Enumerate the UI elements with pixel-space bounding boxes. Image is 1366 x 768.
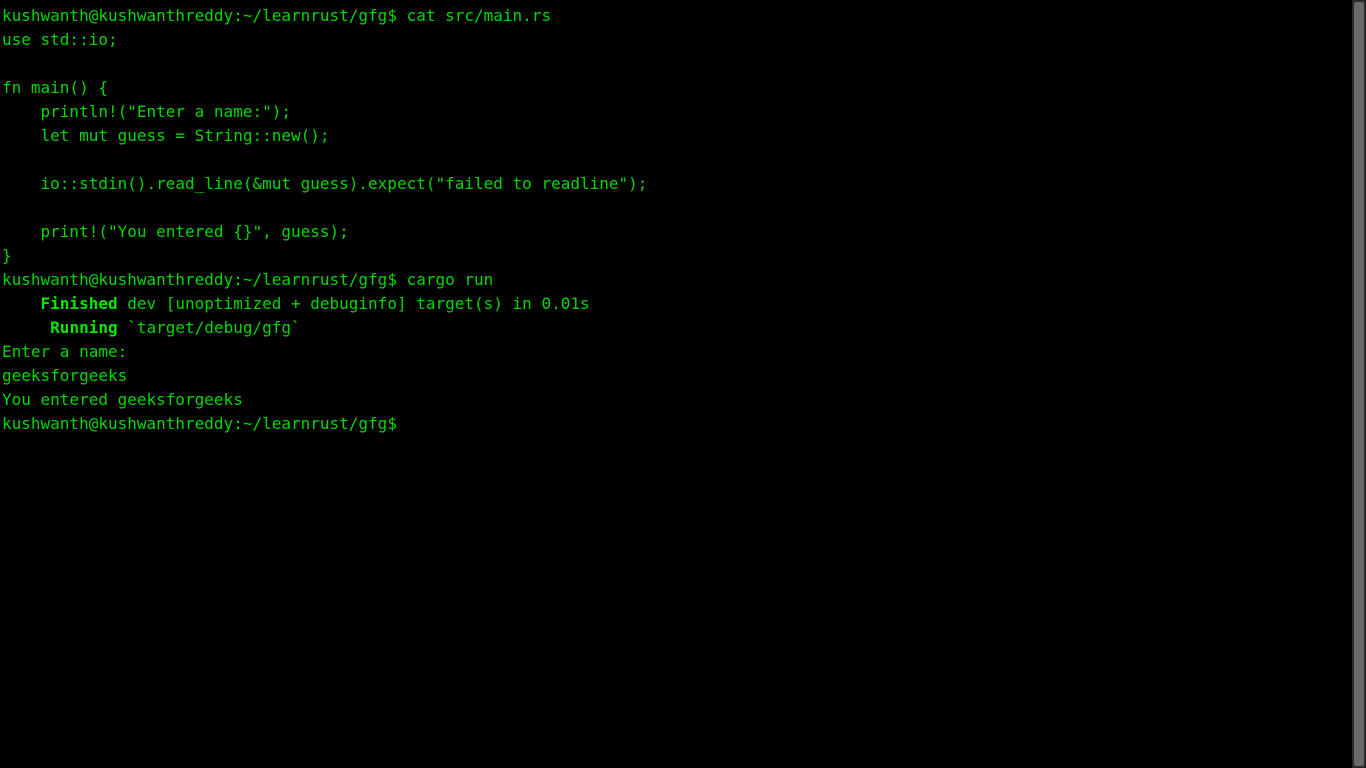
terminal-line: kushwanth@kushwanthreddy:~/learnrust/gfg… — [2, 268, 1366, 292]
cargo-status-detail: `target/debug/gfg` — [118, 318, 301, 337]
terminal-line: You entered geeksforgeeks — [2, 388, 1366, 412]
terminal-line: fn main() { — [2, 76, 1366, 100]
terminal-output[interactable]: kushwanth@kushwanthreddy:~/learnrust/gfg… — [0, 0, 1366, 436]
scrollbar-track[interactable] — [1352, 0, 1366, 768]
code-output: use std::io; — [2, 30, 118, 49]
terminal-line — [2, 148, 1366, 172]
terminal-line: println!("Enter a name:"); — [2, 100, 1366, 124]
cargo-status: Running — [50, 318, 117, 337]
terminal-line: } — [2, 244, 1366, 268]
terminal-line: kushwanth@kushwanthreddy:~/learnrust/gfg… — [2, 4, 1366, 28]
shell-prompt: kushwanth@kushwanthreddy:~/learnrust/gfg… — [2, 6, 397, 25]
terminal-line: let mut guess = String::new(); — [2, 124, 1366, 148]
code-output: } — [2, 246, 12, 265]
indent — [2, 294, 41, 313]
cargo-status: Finished — [41, 294, 118, 313]
shell-prompt: kushwanth@kushwanthreddy:~/learnrust/gfg… — [2, 414, 397, 433]
shell-command — [397, 414, 407, 433]
code-output: io::stdin().read_line(&mut guess).expect… — [2, 174, 647, 193]
code-output: let mut guess = String::new(); — [2, 126, 330, 145]
code-output: print!("You entered {}", guess); — [2, 222, 349, 241]
code-output: fn main() { — [2, 78, 108, 97]
shell-command: cat src/main.rs — [397, 6, 551, 25]
terminal-line: use std::io; — [2, 28, 1366, 52]
terminal-line — [2, 196, 1366, 220]
terminal-line: print!("You entered {}", guess); — [2, 220, 1366, 244]
terminal-line: geeksforgeeks — [2, 364, 1366, 388]
terminal-line — [2, 52, 1366, 76]
terminal-window[interactable]: kushwanth@kushwanthreddy:~/learnrust/gfg… — [0, 0, 1366, 768]
shell-prompt: kushwanth@kushwanthreddy:~/learnrust/gfg… — [2, 270, 397, 289]
terminal-line: Finished dev [unoptimized + debuginfo] t… — [2, 292, 1366, 316]
terminal-line: kushwanth@kushwanthreddy:~/learnrust/gfg… — [2, 412, 1366, 436]
code-output: Enter a name: — [2, 342, 127, 361]
scrollbar-thumb[interactable] — [1354, 2, 1364, 766]
indent — [2, 318, 50, 337]
terminal-line: Running `target/debug/gfg` — [2, 316, 1366, 340]
terminal-line: io::stdin().read_line(&mut guess).expect… — [2, 172, 1366, 196]
shell-command: cargo run — [397, 270, 493, 289]
cargo-status-detail: dev [unoptimized + debuginfo] target(s) … — [118, 294, 590, 313]
code-output: println!("Enter a name:"); — [2, 102, 291, 121]
terminal-line: Enter a name: — [2, 340, 1366, 364]
code-output: geeksforgeeks — [2, 366, 127, 385]
code-output: You entered geeksforgeeks — [2, 390, 243, 409]
